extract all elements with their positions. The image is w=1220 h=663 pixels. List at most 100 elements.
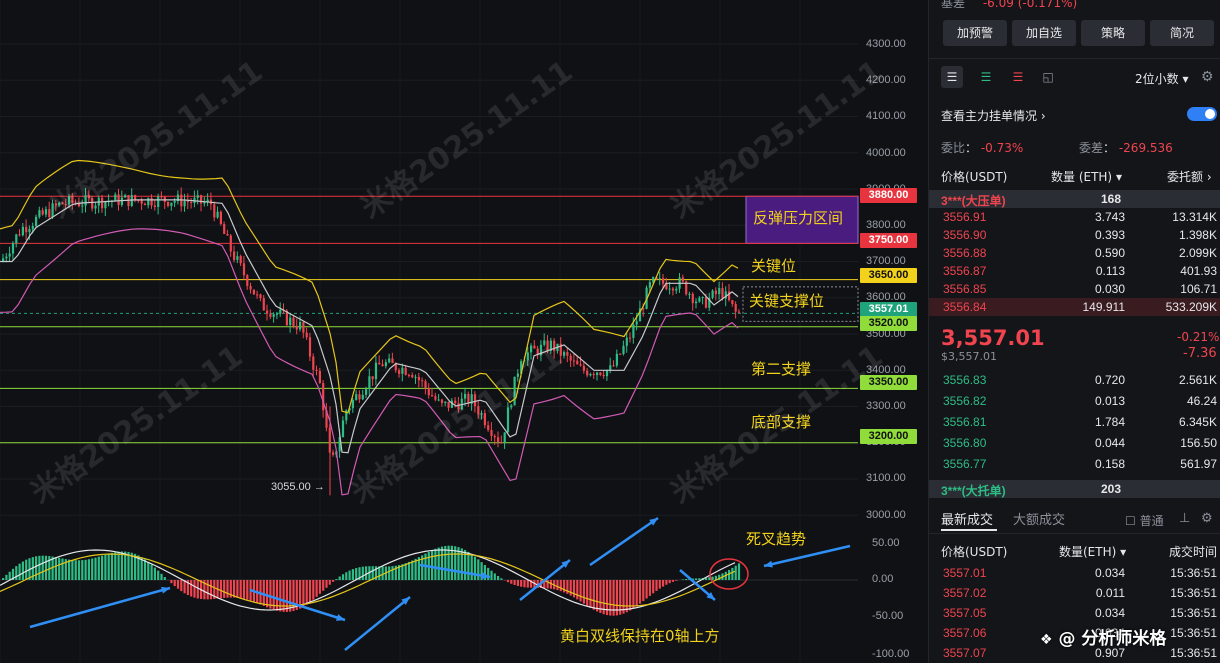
price-chart[interactable]: 4300.004200.004100.004000.003900.003800.… xyxy=(0,0,928,663)
macd-histogram-bar xyxy=(348,570,351,580)
candle-body xyxy=(186,201,189,203)
macd-histogram-bar xyxy=(516,580,519,587)
col-qty-header[interactable]: 数量 (ETH) ▾ xyxy=(1051,168,1122,185)
macd-histogram-bar xyxy=(671,580,675,582)
candle-body xyxy=(688,293,691,295)
macd-histogram-bar xyxy=(266,580,269,608)
macd-histogram-bar xyxy=(312,580,315,600)
orderbook-bids-icon[interactable]: ☰ xyxy=(975,66,997,88)
candle-body xyxy=(404,367,407,375)
macd-histogram-bar xyxy=(632,580,635,609)
candle-body xyxy=(388,358,391,363)
ask-row[interactable]: 3556.91 3.743 13.314K xyxy=(929,208,1220,226)
macd-histogram-bar xyxy=(523,580,526,588)
macd-histogram-bar xyxy=(81,560,84,580)
change-pct: -0.21% xyxy=(1177,330,1220,344)
settings-icon[interactable]: ⚙ xyxy=(1201,510,1213,526)
macd-histogram-bar xyxy=(84,559,87,580)
candle-body xyxy=(365,389,368,395)
bid-row[interactable]: 3556.81 1.784 6.345K xyxy=(929,413,1220,431)
col-amount-header[interactable]: 委托额 › xyxy=(1167,168,1212,185)
macd-histogram-bar xyxy=(728,569,731,580)
bid-row[interactable]: 3556.83 0.720 2.561K xyxy=(929,371,1220,389)
tab-latest-trades[interactable]: 最新成交 xyxy=(941,509,993,528)
ask-row[interactable]: 3556.85 0.030 106.71 xyxy=(929,280,1220,298)
candle-body xyxy=(322,383,325,411)
add-alert-button[interactable]: 加预警 xyxy=(943,20,1007,46)
macd-histogram-bar xyxy=(470,554,473,580)
candle-body xyxy=(605,370,609,377)
macd-histogram-bar xyxy=(556,580,559,591)
orderbook-both-icon[interactable]: ☰ xyxy=(941,66,963,88)
filter-icon[interactable]: ⊥ xyxy=(1179,510,1190,526)
decimals-dropdown[interactable]: 2位小数 ▾ xyxy=(1135,70,1188,87)
bid-row[interactable]: 3556.82 0.013 46.24 xyxy=(929,392,1220,410)
candle-body xyxy=(256,294,259,296)
orderbook-asks-icon[interactable]: ☰ xyxy=(1007,66,1029,88)
candle-body xyxy=(332,452,335,455)
tab-large-trades[interactable]: 大额成交 xyxy=(1013,509,1065,528)
candle-body xyxy=(117,194,120,206)
candle-body xyxy=(414,376,417,378)
candle-body xyxy=(292,317,295,326)
macd-histogram-bar xyxy=(625,580,628,613)
ask-row[interactable]: 3556.87 0.113 401.93 xyxy=(929,262,1220,280)
basis-row: 基差 -6.09 (-0.171%) xyxy=(941,0,1078,10)
macd-histogram-bar xyxy=(411,560,414,580)
ask-row[interactable]: 3556.84 149.911 533.209K xyxy=(929,298,1220,316)
macd-histogram-bar xyxy=(77,560,81,580)
candle-body xyxy=(384,362,387,367)
bid-row[interactable]: 3556.77 0.158 561.97 xyxy=(929,455,1220,473)
candle-body xyxy=(229,235,232,252)
candle-body xyxy=(361,394,364,400)
macd-histogram-bar xyxy=(190,580,193,597)
candle-body xyxy=(497,437,500,443)
macd-histogram-bar xyxy=(279,580,282,612)
ask-row[interactable]: 3556.88 0.590 2.099K xyxy=(929,244,1220,262)
bid-row[interactable]: 3556.80 0.044 156.50 xyxy=(929,434,1220,452)
candle-body xyxy=(612,365,615,367)
rebound-zone-label: 反弹压力区间 xyxy=(753,209,844,227)
orderbook-toggle-switch[interactable] xyxy=(1187,107,1217,121)
candle-body xyxy=(427,388,430,396)
trade-col-qty[interactable]: 数量(ETH) ▾ xyxy=(1059,543,1126,560)
orderbook-toggle-label: 查看主力挂单情况 › xyxy=(941,109,1046,123)
price-axis-tick: 3700.00 xyxy=(866,255,906,268)
ask-price: 3556.84 xyxy=(943,300,987,314)
macd-histogram-bar xyxy=(361,566,364,580)
trade-time: 15:36:51 xyxy=(1170,606,1217,620)
macd-histogram-bar xyxy=(120,551,123,580)
macd-histogram-bar xyxy=(658,580,661,589)
normal-filter-checkbox[interactable]: ☐ 普通 xyxy=(1125,512,1164,529)
bid-amount: 156.50 xyxy=(1180,436,1217,450)
candle-body xyxy=(21,226,24,236)
macd-histogram-bar xyxy=(582,580,585,604)
candle-body xyxy=(183,201,186,207)
candle-body xyxy=(629,337,632,339)
orderbook-depth-icon[interactable]: ◱ xyxy=(1037,66,1059,88)
candle-body xyxy=(153,205,156,208)
add-watchlist-button[interactable]: 加自选 xyxy=(1012,20,1076,46)
trend-arrow-head xyxy=(336,614,345,621)
macd-histogram-bar xyxy=(341,574,345,580)
candle-body xyxy=(25,226,28,233)
macd-axis-tick: 0.00 xyxy=(872,573,894,585)
candle-body xyxy=(246,275,249,287)
candle-body xyxy=(262,298,265,311)
macd-histogram-bar xyxy=(302,580,305,607)
macd-histogram-bar xyxy=(315,580,318,597)
death-cross-label: 死叉趋势 xyxy=(746,530,807,548)
overview-button[interactable]: 简况 xyxy=(1150,20,1214,46)
macd-histogram-bar xyxy=(157,570,160,580)
macd-histogram-bar xyxy=(38,555,41,580)
ask-row[interactable]: 3556.90 0.393 1.398K xyxy=(929,226,1220,244)
candle-body xyxy=(632,324,635,338)
ask-qty: 0.393 xyxy=(1094,228,1125,242)
macd-note-label: 黄白双线保持在0轴上方 xyxy=(560,627,720,645)
macd-histogram-bar xyxy=(655,580,658,591)
settings-icon[interactable]: ⚙ xyxy=(1201,68,1214,85)
macd-histogram-bar xyxy=(94,557,97,580)
candle-body xyxy=(114,194,117,201)
ask-amount: 2.099K xyxy=(1178,246,1217,260)
strategy-button[interactable]: 策略 xyxy=(1081,20,1145,46)
